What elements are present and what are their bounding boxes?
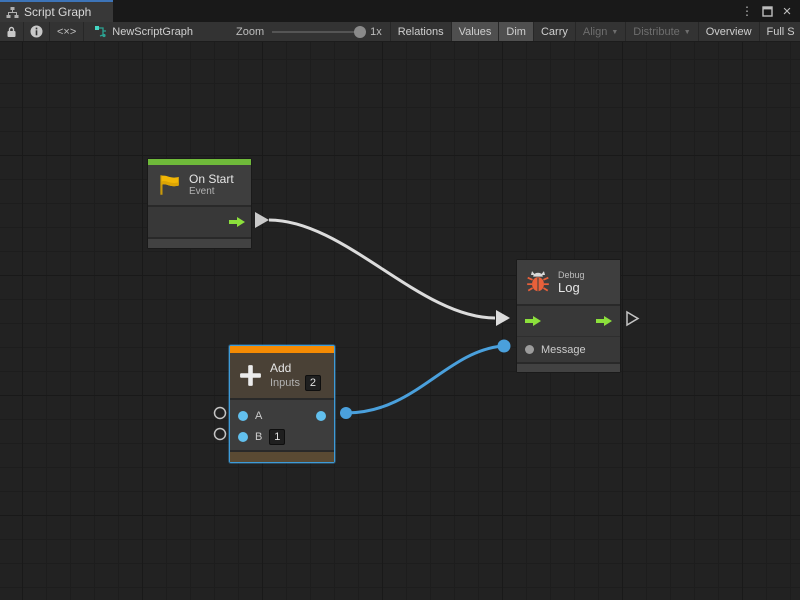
distribute-button[interactable]: Distribute ▼: [626, 22, 698, 41]
value-input-port-a[interactable]: [238, 411, 248, 421]
value-input-port-b[interactable]: [238, 432, 248, 442]
align-button[interactable]: Align ▼: [576, 22, 626, 41]
chevron-down-icon: ▼: [684, 29, 691, 36]
distribute-label: Distribute: [633, 26, 679, 38]
unconnected-port-ring-b[interactable]: [215, 429, 226, 440]
flow-wire-end-arrow: [496, 310, 510, 326]
inputs-label: Inputs: [270, 377, 300, 389]
on-start-header: On Start Event: [148, 165, 251, 205]
values-button[interactable]: Values: [452, 22, 500, 41]
window-controls: ⋮ ×: [739, 0, 800, 22]
carry-button[interactable]: Carry: [534, 22, 576, 41]
chevron-down-icon: ▼: [611, 29, 618, 36]
info-icon: [30, 25, 43, 38]
message-value-port[interactable]: [525, 345, 534, 354]
node-title: On Start: [189, 172, 234, 186]
graph-asset-icon: [94, 25, 107, 38]
close-button[interactable]: ×: [779, 3, 795, 19]
title-bar: Script Graph ⋮ ×: [0, 0, 800, 22]
debug-log-ports: Message: [517, 304, 620, 362]
port-a-label: A: [255, 410, 262, 422]
math-accent-bar: [230, 346, 334, 353]
port-b-label: B: [255, 431, 262, 443]
message-port-row: Message: [517, 336, 620, 362]
port-b-value-field[interactable]: 1: [269, 429, 285, 445]
info-button[interactable]: [24, 22, 50, 41]
add-ports: A B 1: [230, 398, 334, 450]
graph-toolbar: <×> NewScriptGraph Zoom 1x Relations Val…: [0, 22, 800, 42]
graph-name-button[interactable]: NewScriptGraph: [84, 22, 200, 41]
graph-canvas[interactable]: On Start Event: [0, 42, 800, 600]
value-output-port[interactable]: [316, 411, 326, 421]
flag-icon: [156, 172, 182, 198]
relations-button[interactable]: Relations: [391, 22, 452, 41]
node-footer: [517, 362, 620, 372]
node-debug-log[interactable]: Debug Log Message: [516, 259, 621, 373]
value-wire-source-dot: [340, 407, 352, 419]
zoom-value: 1x: [364, 26, 382, 38]
unconnected-port-ring-a[interactable]: [215, 408, 226, 419]
maximize-button[interactable]: [759, 3, 775, 19]
value-wire-end-dot: [498, 340, 511, 353]
message-port-label: Message: [541, 344, 586, 356]
zoom-control: Zoom 1x: [200, 22, 391, 41]
code-icon: <×>: [57, 26, 76, 38]
node-footer: [230, 450, 334, 462]
graph-name-label: NewScriptGraph: [112, 26, 193, 38]
flow-port-row: [517, 306, 620, 336]
wire-layer: [0, 42, 800, 600]
node-footer: [148, 237, 251, 248]
window-menu-button[interactable]: ⋮: [739, 3, 755, 19]
maximize-icon: [762, 6, 773, 17]
tab-title: Script Graph: [24, 5, 91, 19]
unconnected-flow-triangle[interactable]: [627, 312, 638, 325]
add-header: Add Inputs 2: [230, 353, 334, 398]
flow-wire-onstart-to-log[interactable]: [269, 220, 495, 318]
node-title: Add: [270, 361, 321, 375]
port-row-a: A: [230, 405, 334, 426]
zoom-slider-track[interactable]: [272, 31, 364, 33]
zoom-slider[interactable]: [272, 22, 364, 42]
flow-output-port[interactable]: [596, 316, 612, 326]
inputs-count-field[interactable]: 2: [305, 375, 321, 391]
node-add[interactable]: Add Inputs 2 A B 1: [229, 345, 335, 463]
zoom-label: Zoom: [200, 26, 272, 38]
script-graph-icon: [6, 6, 19, 19]
lock-icon: [6, 26, 17, 38]
flow-output-port[interactable]: [229, 217, 245, 227]
zoom-slider-handle[interactable]: [354, 26, 366, 38]
fullscreen-button[interactable]: Full S: [760, 22, 800, 41]
bug-icon: [525, 269, 551, 295]
dim-button[interactable]: Dim: [499, 22, 534, 41]
overview-button[interactable]: Overview: [699, 22, 760, 41]
node-subtitle: Event: [189, 186, 234, 198]
align-label: Align: [583, 26, 607, 38]
on-start-ports: [148, 205, 251, 237]
plus-icon: [238, 363, 263, 388]
port-row-b: B 1: [230, 426, 334, 447]
flow-input-port[interactable]: [525, 316, 541, 326]
debug-log-header: Debug Log: [517, 260, 620, 304]
code-view-button[interactable]: <×>: [50, 22, 84, 41]
node-surtitle: Debug: [558, 270, 585, 281]
flow-wire-source-arrow: [255, 212, 269, 228]
tab-script-graph[interactable]: Script Graph: [0, 0, 113, 22]
value-wire-add-to-message[interactable]: [346, 346, 502, 413]
lock-button[interactable]: [0, 22, 24, 41]
node-title: Log: [558, 281, 585, 295]
node-on-start[interactable]: On Start Event: [147, 158, 252, 249]
